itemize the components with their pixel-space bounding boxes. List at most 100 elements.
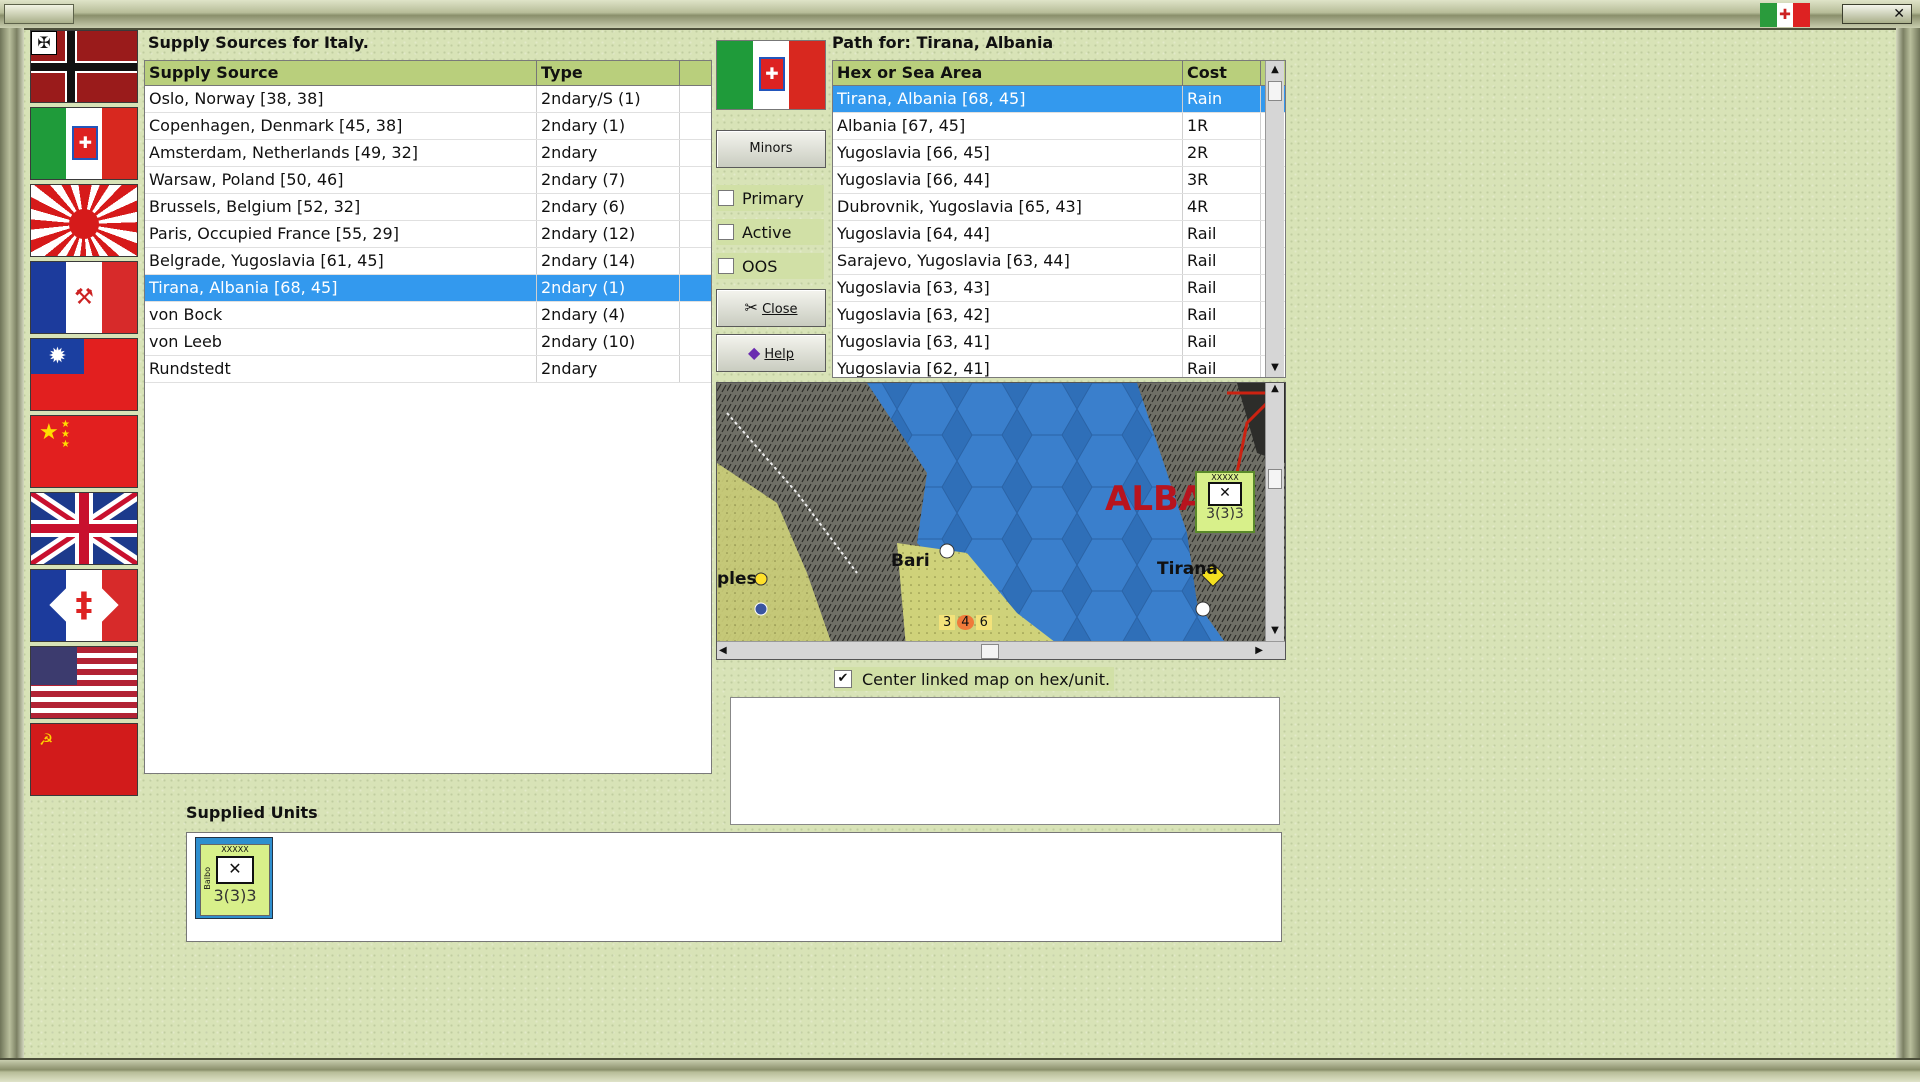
path-row[interactable]: Sarajevo, Yugoslavia [63, 44] Rail [833, 248, 1285, 275]
linked-map[interactable]: ALBA Bari Tirana ples XXXXX ✕ 3(3)3 3 4 … [716, 382, 1286, 660]
path-table-scrollbar[interactable]: ▲ ▼ [1265, 61, 1284, 377]
window-frame-bottom [0, 1058, 1920, 1082]
cost-cell: Rail [1183, 302, 1261, 328]
column-type[interactable]: Type [537, 61, 680, 85]
supply-source-row[interactable]: von Bock 2ndary (4) [145, 302, 711, 329]
supply-type-cell: 2ndary (12) [537, 221, 680, 247]
oos-filter[interactable]: OOS [716, 253, 824, 279]
supply-source-row[interactable]: Warsaw, Poland [50, 46] 2ndary (7) [145, 167, 711, 194]
supply-source-row[interactable]: von Leeb 2ndary (10) [145, 329, 711, 356]
supplied-units-list: XXXXX ✕ 3(3)3 Balbo [186, 832, 1282, 942]
hex-cell: Yugoslavia [63, 43] [833, 275, 1183, 301]
supply-type-cell: 2ndary/S (1) [537, 86, 680, 112]
map-vertical-scrollbar[interactable]: ▲ ▼ [1265, 383, 1284, 641]
active-filter[interactable]: Active [716, 219, 824, 245]
path-table: Hex or Sea Area Cost Tirana, Albania [68… [832, 60, 1286, 378]
path-row[interactable]: Yugoslavia [63, 42] Rail [833, 302, 1285, 329]
supply-source-row[interactable]: Amsterdam, Netherlands [49, 32] 2ndary [145, 140, 711, 167]
supplied-units-title: Supplied Units [186, 803, 318, 822]
communist-china-flag[interactable]: ★ ★ ★ ★ [30, 415, 138, 488]
column-supply-source[interactable]: Supply Source [145, 61, 537, 85]
supply-source-cell: Paris, Occupied France [55, 29] [145, 221, 537, 247]
center-map-option[interactable]: ✔ Center linked map on hex/unit. [834, 667, 1115, 691]
selected-major-flag: ✚ [716, 40, 826, 110]
map-label-tirana: Tirana [1157, 559, 1218, 579]
supply-source-cell: von Bock [145, 302, 537, 328]
japan-flag[interactable] [30, 184, 138, 257]
united-states-flag[interactable] [30, 646, 138, 719]
hex-info-box [730, 697, 1280, 825]
path-row[interactable]: Dubrovnik, Yugoslavia [65, 43] 4R [833, 194, 1285, 221]
scroll-thumb[interactable] [981, 644, 999, 659]
army-symbol-icon: ✕ [216, 856, 254, 884]
center-map-label: Center linked map on hex/unit. [862, 669, 1111, 689]
map-hex-stack[interactable]: 3 4 6 [939, 615, 992, 630]
path-row[interactable]: Yugoslavia [63, 41] Rail [833, 329, 1285, 356]
column-cost[interactable]: Cost [1183, 61, 1261, 85]
germany-flag[interactable]: ✠ [30, 30, 138, 103]
supply-source-cell: Warsaw, Poland [50, 46] [145, 167, 537, 193]
path-row[interactable]: Yugoslavia [63, 43] Rail [833, 275, 1285, 302]
supply-type-cell: 2ndary (10) [537, 329, 680, 355]
free-france-flag[interactable]: ‡ [30, 569, 138, 642]
supply-type-cell: 2ndary (1) [537, 275, 680, 301]
primary-checkbox[interactable] [718, 190, 734, 206]
center-map-checkbox[interactable]: ✔ [834, 670, 852, 688]
path-row[interactable]: Yugoslavia [66, 44] 3R [833, 167, 1285, 194]
italy-flag[interactable]: ✚ [30, 107, 138, 180]
supply-type-cell: 2ndary (6) [537, 194, 680, 220]
scroll-up-icon[interactable]: ▲ [1266, 61, 1284, 79]
supply-source-cell: Tirana, Albania [68, 45] [145, 275, 537, 301]
map-unit-strength: 3(3)3 [1206, 506, 1244, 522]
vichy-france-flag[interactable]: ⚒ [30, 261, 138, 334]
supply-type-cell: 2ndary (1) [537, 113, 680, 139]
supply-type-cell: 2ndary (4) [537, 302, 680, 328]
supply-source-row[interactable]: Belgrade, Yugoslavia [61, 45] 2ndary (14) [145, 248, 711, 275]
supply-source-cell: Rundstedt [145, 356, 537, 382]
window-close-button[interactable]: ✕ [1842, 4, 1912, 24]
scroll-down-icon[interactable]: ▼ [1266, 359, 1284, 377]
supply-source-row[interactable]: Brussels, Belgium [52, 32] 2ndary (6) [145, 194, 711, 221]
system-menu-button[interactable] [4, 4, 74, 24]
column-hex-or-sea-area[interactable]: Hex or Sea Area [833, 61, 1183, 85]
hex-cell: Yugoslavia [63, 42] [833, 302, 1183, 328]
primary-filter[interactable]: Primary [716, 185, 824, 211]
soviet-union-flag[interactable]: ☭ [30, 723, 138, 796]
hex-cell: Yugoslavia [66, 44] [833, 167, 1183, 193]
path-row[interactable]: Tirana, Albania [68, 45] Rain [833, 86, 1285, 113]
minors-button[interactable]: Minors [716, 130, 826, 168]
supply-source-row[interactable]: Paris, Occupied France [55, 29] 2ndary (1… [145, 221, 711, 248]
scroll-right-icon[interactable]: ▶ [1255, 642, 1263, 659]
map-unit-counter[interactable]: XXXXX ✕ 3(3)3 [1195, 471, 1255, 533]
close-icon: ✂ [744, 298, 758, 317]
scroll-left-icon[interactable]: ◀ [719, 642, 727, 659]
supply-source-cell: Brussels, Belgium [52, 32] [145, 194, 537, 220]
path-row[interactable]: Albania [67, 45] 1R [833, 113, 1285, 140]
scroll-thumb[interactable] [1268, 469, 1282, 489]
supply-source-row[interactable]: Copenhagen, Denmark [45, 38] 2ndary (1) [145, 113, 711, 140]
nationalist-china-flag[interactable]: ✹ [30, 338, 138, 411]
scroll-up-icon[interactable]: ▲ [1266, 383, 1284, 399]
active-label: Active [742, 222, 792, 242]
stack-value: 4 [957, 615, 974, 630]
united-kingdom-flag[interactable] [30, 492, 138, 565]
path-row[interactable]: Yugoslavia [62, 41] Rail [833, 356, 1285, 377]
close-button[interactable]: ✂ Close [716, 289, 826, 327]
scroll-down-icon[interactable]: ▼ [1266, 625, 1284, 641]
map-horizontal-scrollbar[interactable]: ◀ ▶ [717, 641, 1285, 659]
oos-checkbox[interactable] [718, 258, 734, 274]
active-checkbox[interactable] [718, 224, 734, 240]
path-row[interactable]: Yugoslavia [66, 45] 2R [833, 140, 1285, 167]
supplied-unit-counter[interactable]: XXXXX ✕ 3(3)3 Balbo [195, 837, 273, 919]
supply-source-row[interactable]: Rundstedt 2ndary [145, 356, 711, 383]
supply-source-row[interactable]: Oslo, Norway [38, 38] 2ndary/S (1) [145, 86, 711, 113]
help-button[interactable]: ◆ Help [716, 334, 826, 372]
hex-cell: Yugoslavia [62, 41] [833, 356, 1183, 377]
window-title-bar: ✚ ✕ [0, 0, 1920, 30]
path-row[interactable]: Yugoslavia [64, 44] Rail [833, 221, 1285, 248]
supply-source-cell: Copenhagen, Denmark [45, 38] [145, 113, 537, 139]
map-label-naples: ples [717, 569, 757, 589]
hex-cell: Yugoslavia [64, 44] [833, 221, 1183, 247]
supply-source-row[interactable]: Tirana, Albania [68, 45] 2ndary (1) [145, 275, 711, 302]
scroll-thumb[interactable] [1268, 81, 1282, 101]
